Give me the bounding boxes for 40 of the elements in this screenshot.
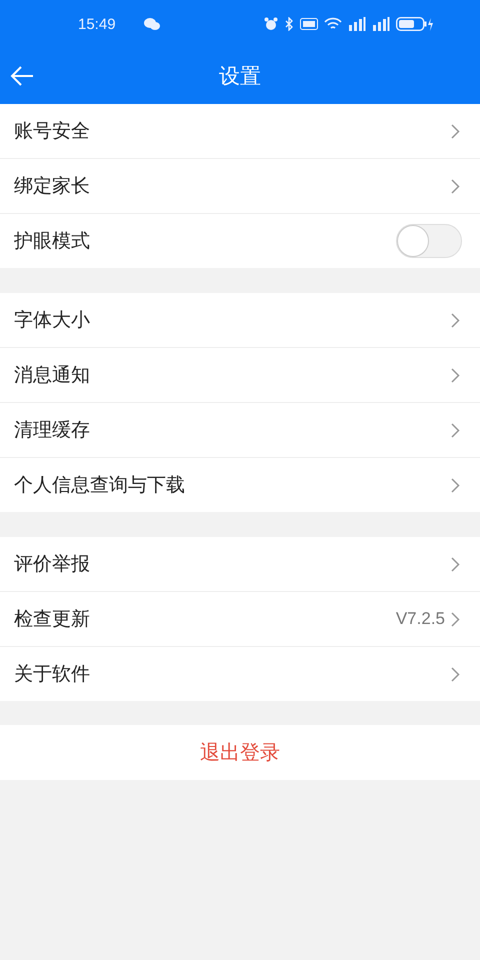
item-label: 检查更新 (14, 607, 91, 632)
chevron-icon (451, 368, 460, 382)
chevron-icon (451, 124, 460, 138)
item-label: 字体大小 (14, 308, 91, 333)
chevron-icon (451, 478, 460, 492)
status-time: 15:49 (78, 16, 116, 32)
item-label: 个人信息查询与下载 (14, 473, 186, 498)
toggle-switch[interactable] (396, 224, 462, 258)
menu-item[interactable]: 评价举报 (0, 537, 480, 592)
logout-button[interactable]: 退出登录 (0, 725, 480, 780)
menu-item[interactable]: 清理缓存 (0, 403, 480, 458)
version-text: V7.2.5 (396, 609, 445, 629)
menu-item[interactable]: 个人信息查询与下载 (0, 458, 480, 512)
battery-icon (396, 17, 434, 31)
item-label: 关于软件 (14, 662, 91, 687)
menu-item[interactable]: 字体大小 (0, 293, 480, 348)
item-label: 消息通知 (14, 363, 91, 388)
item-label: 清理缓存 (14, 418, 91, 443)
chat-icon (144, 18, 160, 30)
chevron-icon (451, 556, 460, 572)
menu-item[interactable]: 绑定家长 (0, 159, 480, 214)
wifi-icon (324, 17, 342, 31)
item-label: 护眼模式 (14, 229, 91, 254)
menu-item[interactable]: 关于软件 (0, 647, 480, 701)
chevron-icon (451, 612, 460, 626)
chevron-icon (451, 422, 460, 438)
item-label: 绑定家长 (14, 174, 91, 199)
menu-item[interactable]: 账号安全 (0, 104, 480, 159)
signal-icon (348, 17, 366, 31)
chevron-icon (451, 312, 460, 328)
bluetooth-icon (284, 17, 294, 31)
signal-icon (372, 17, 390, 31)
menu-item[interactable]: 消息通知 (0, 348, 480, 403)
chevron-icon (451, 178, 460, 194)
page-title: 设置 (219, 63, 261, 90)
chevron-icon (451, 666, 460, 682)
menu-item[interactable]: 检查更新 V7.2.5 (0, 592, 480, 647)
item-label: 账号安全 (14, 119, 91, 144)
item-label: 评价举报 (14, 552, 91, 577)
back-icon[interactable] (10, 66, 34, 86)
